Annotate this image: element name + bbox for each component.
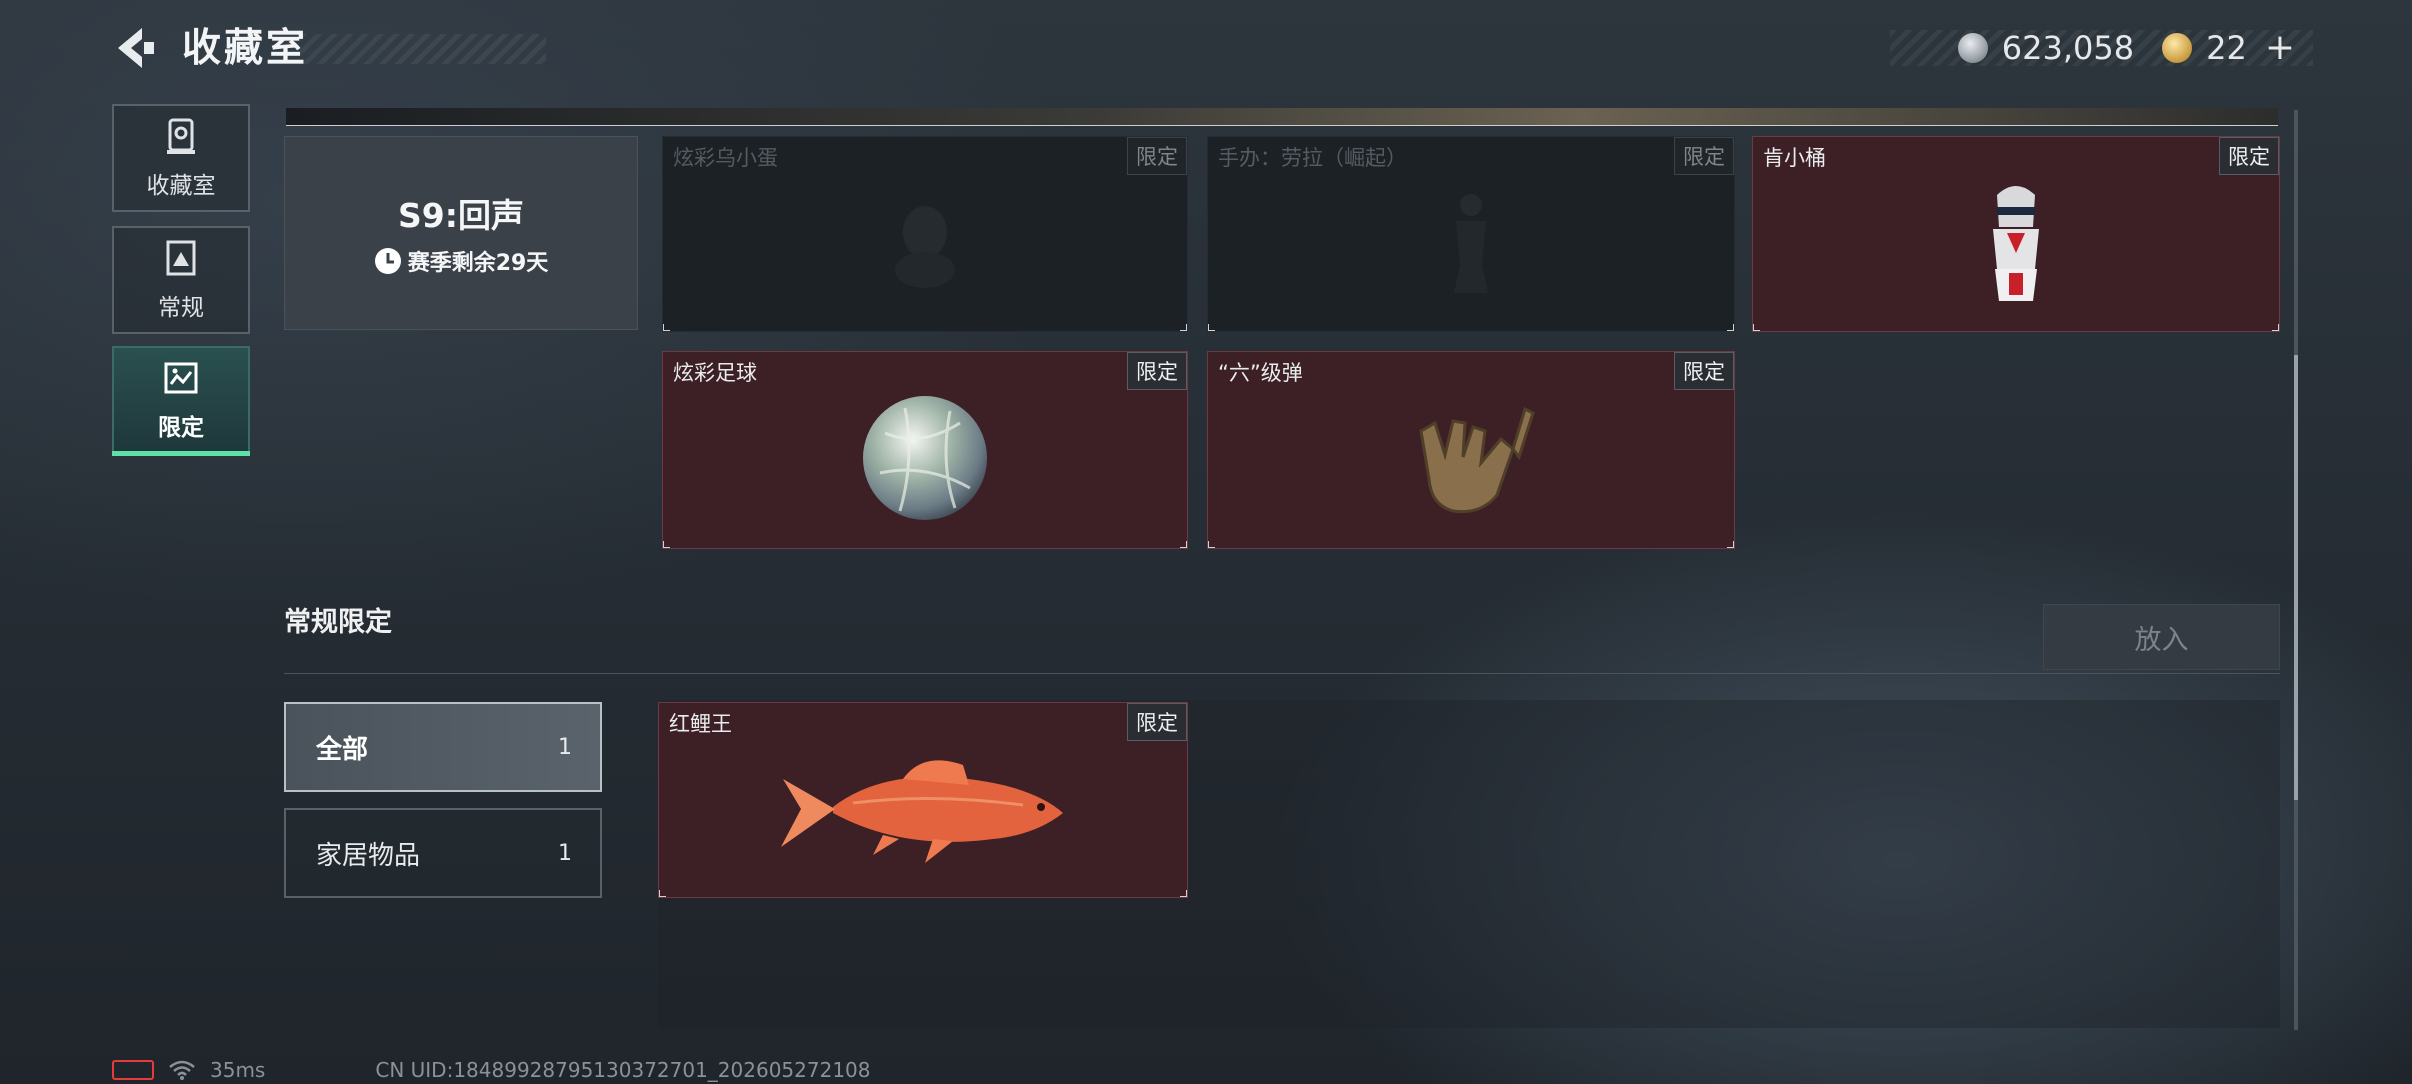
sidebar-item-collection[interactable]: 收藏室	[112, 104, 250, 212]
hand-gesture-icon	[1419, 406, 1535, 513]
koi-fish-icon	[781, 760, 1063, 863]
season-panel: S9:回声 赛季剩余29天	[284, 136, 638, 330]
limited-tag: 限定	[1674, 137, 1734, 175]
silver-coin-value: 623,058	[2001, 29, 2135, 67]
item-card-owned[interactable]: 炫彩足球 限定	[662, 351, 1188, 549]
collection-icon	[167, 118, 195, 154]
limited-tag: 限定	[1674, 352, 1734, 390]
clock-icon	[374, 248, 401, 274]
item-name: “六”级弹	[1218, 361, 1303, 385]
item-card-owned[interactable]: “六”级弹 限定	[1207, 351, 1735, 549]
bucket-figure-icon	[1993, 185, 2039, 301]
card-corner	[1208, 541, 1215, 548]
limited-tag: 限定	[1127, 703, 1187, 741]
gold-coin-value: 22	[2206, 29, 2247, 67]
card-corner	[659, 890, 666, 897]
page-title: 收藏室	[182, 26, 309, 71]
card-corner	[1180, 890, 1187, 897]
regular-icon	[166, 240, 196, 276]
card-corner	[1727, 324, 1734, 331]
filter-furniture[interactable]: 家居物品 1	[284, 808, 602, 898]
user-uid: CN UID:184899287951303727​01_20260527210…	[375, 1058, 871, 1082]
item-card-locked[interactable]: 手办：劳拉（崛起） 限定	[1207, 136, 1735, 332]
sidebar-item-label: 常规	[158, 295, 204, 321]
card-corner	[1727, 541, 1734, 548]
currency-bar: 623,058 22 +	[1890, 29, 2313, 67]
card-corner	[1208, 324, 1215, 331]
status-bar: 35ms CN UID:184899287951303727​01_202605…	[112, 1058, 871, 1082]
active-tab-indicator	[112, 451, 250, 456]
sidebar-item-label: 收藏室	[146, 173, 216, 199]
egg-figure-silhouette-icon	[895, 205, 955, 288]
item-card-owned[interactable]: 肯小桶 限定	[1752, 136, 2280, 332]
limited-tag: 限定	[2219, 137, 2279, 175]
sidebar-item-limited[interactable]: 限定	[112, 346, 250, 454]
battery-low-icon	[112, 1060, 154, 1080]
sidebar-item-regular[interactable]: 常规	[112, 226, 250, 334]
card-corner	[2272, 324, 2279, 331]
silver-coin-icon	[1957, 33, 1988, 63]
section-divider	[284, 673, 2280, 674]
filter-label: 家居物品	[316, 840, 421, 871]
season-name: S9:回声	[398, 196, 524, 235]
iridescent-football-icon	[863, 395, 987, 520]
card-corner	[1753, 324, 1760, 331]
add-currency-button[interactable]: +	[2265, 30, 2295, 66]
limited-icon	[164, 362, 198, 394]
item-name: 炫彩足球	[673, 361, 757, 385]
section-title: 常规限定	[284, 607, 392, 638]
limited-tag: 限定	[1127, 137, 1187, 175]
item-card-owned[interactable]: 红鲤王 限定	[658, 702, 1188, 898]
season-remaining: 赛季剩余29天	[374, 245, 549, 277]
put-in-button[interactable]: 放入	[2043, 604, 2280, 670]
sidebar-item-label: 限定	[158, 415, 204, 441]
back-arrow-icon[interactable]	[112, 24, 158, 72]
item-card-locked[interactable]: 炫彩乌小蛋 限定	[662, 136, 1188, 332]
card-corner	[1180, 324, 1187, 331]
ping-value: 35ms	[210, 1058, 266, 1082]
filter-count: 1	[558, 840, 572, 866]
filter-all[interactable]: 全部 1	[284, 702, 602, 792]
item-name: 手办：劳拉（崛起）	[1218, 146, 1407, 170]
season-remaining-text: 赛季剩余29天	[407, 251, 549, 276]
gold-coin-icon	[2162, 33, 2193, 63]
banner-strip	[286, 108, 2278, 126]
figure-silhouette-icon	[1454, 193, 1488, 293]
filter-count: 1	[558, 734, 572, 760]
card-corner	[663, 541, 670, 548]
item-name: 肯小桶	[1763, 146, 1826, 170]
item-name: 红鲤王	[669, 712, 732, 736]
filter-label: 全部	[316, 734, 369, 765]
wifi-icon	[169, 1060, 195, 1080]
item-name: 炫彩乌小蛋	[673, 146, 778, 170]
title-decoration	[300, 34, 546, 64]
limited-tag: 限定	[1127, 352, 1187, 390]
card-corner	[1180, 541, 1187, 548]
card-corner	[663, 324, 670, 331]
scrollbar-thumb[interactable]	[2294, 355, 2298, 800]
